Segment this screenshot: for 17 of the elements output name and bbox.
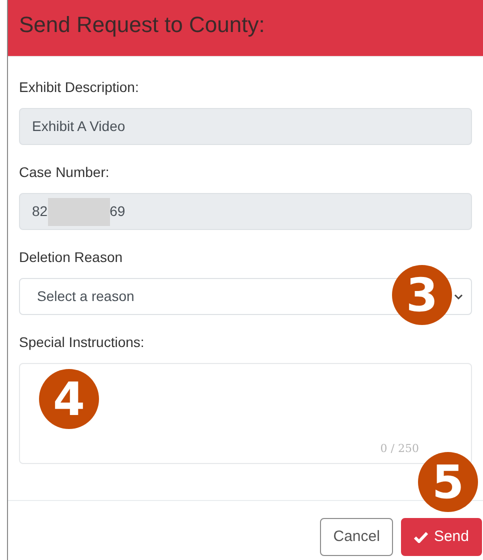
chevron-down-icon	[454, 294, 463, 300]
cancel-button[interactable]: Cancel	[320, 518, 393, 556]
send-button[interactable]: Send	[400, 518, 482, 556]
field-label: Case Number:	[19, 163, 110, 182]
field-value-start: 82	[32, 202, 48, 221]
input-field[interactable]: 82 69	[19, 193, 472, 230]
checkmark-icon	[414, 531, 428, 543]
step-number-badge: 3	[392, 265, 452, 325]
redaction-block	[48, 198, 110, 226]
dialog-title: Send Request to County:	[19, 12, 265, 37]
field-label: Deletion Reason	[19, 248, 124, 267]
field-label: Exhibit Description:	[19, 78, 140, 97]
step-number-badge: 5	[418, 452, 478, 512]
character-counter: 0 / 250	[380, 440, 419, 456]
input-field[interactable]: Exhibit A Video	[19, 108, 472, 145]
field-value-end: 69	[110, 202, 126, 221]
field-label: Special Instructions:	[19, 333, 146, 352]
